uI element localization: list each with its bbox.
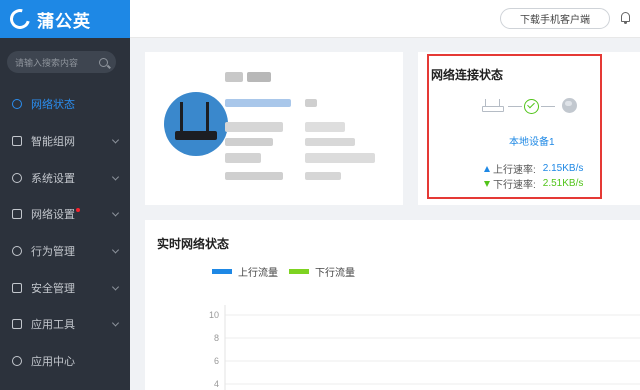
brand-header[interactable]: 蒲公英 [0, 0, 130, 38]
toolbox-icon [12, 319, 22, 330]
router-icon [482, 98, 504, 112]
router-body [175, 131, 217, 140]
gear-icon [12, 172, 22, 183]
traffic-chart: 10 8 6 4 [209, 305, 640, 390]
legend-label: 下行流量 [315, 268, 355, 279]
upload-rate-label: 上行速率: [493, 165, 536, 176]
redacted-text [225, 99, 291, 107]
upload-rate: 上行速率: 2.15KB/s [484, 161, 583, 176]
chevron-down-icon [111, 283, 120, 291]
y-tick-label: 10 [209, 310, 219, 320]
redacted-text [225, 172, 283, 180]
sidebar-item-network-settings[interactable]: 网络设置 [0, 196, 130, 233]
y-tick-label: 8 [214, 333, 219, 343]
search-icon[interactable] [99, 57, 108, 67]
sidebar-item-app-center[interactable]: 应用中心 [0, 343, 130, 380]
redacted-text [305, 99, 317, 107]
local-device-link[interactable]: 本地设备1 [509, 133, 555, 148]
connection-line [508, 106, 522, 107]
globe-icon [562, 98, 577, 113]
sidebar-item-label: 应用中心 [31, 356, 75, 369]
search-placeholder: 请输入搜索内容 [15, 57, 79, 68]
download-rate: 下行速率: 2.51KB/s [484, 176, 583, 191]
top-header: 下载手机客户端 [130, 0, 640, 38]
redacted-text [225, 122, 283, 132]
sidebar-item-label: 网络状态 [31, 99, 75, 112]
legend-label: 上行流量 [238, 268, 278, 279]
redacted-text [247, 72, 271, 82]
notification-dot [76, 208, 80, 213]
arrow-up-icon [484, 165, 490, 172]
device-info-card [145, 52, 403, 205]
behavior-icon [12, 246, 22, 257]
legend-item-download[interactable]: 下行流量 [289, 264, 355, 279]
connected-check-icon [524, 99, 539, 114]
download-rate-value: 2.51KB/s [542, 178, 584, 189]
redacted-text [305, 172, 341, 180]
redacted-text [225, 72, 243, 82]
bell-icon[interactable] [621, 12, 630, 24]
network-settings-icon [12, 209, 22, 220]
sidebar-item-label: 应用工具 [31, 319, 75, 332]
arrow-down-icon [484, 180, 490, 187]
chevron-down-icon [111, 209, 120, 217]
redacted-text [305, 153, 375, 163]
router-antenna [180, 102, 183, 132]
download-rate-label: 下行速率: [493, 180, 536, 191]
brand-logo-icon [6, 5, 34, 33]
sidebar-item-label: 安全管理 [31, 282, 75, 295]
chevron-down-icon [111, 246, 120, 254]
redacted-text [305, 138, 355, 146]
network-status-icon [12, 99, 22, 110]
sidebar-item-security-management[interactable]: 安全管理 [0, 269, 130, 306]
sidebar-item-label: 系统设置 [31, 172, 75, 185]
y-tick-label: 6 [214, 356, 219, 366]
app-center-icon [12, 356, 22, 367]
router-image [164, 92, 228, 156]
legend-swatch [289, 269, 309, 274]
realtime-status-title: 实时网络状态 [157, 237, 230, 251]
connection-line [541, 106, 555, 107]
shield-icon [12, 282, 22, 293]
legend-item-upload[interactable]: 上行流量 [212, 264, 278, 279]
networking-icon [12, 136, 22, 147]
sidebar-nav: 网络状态 智能组网 系统设置 网络设置 行为管理 安全管理 应用工具 应用中心 [0, 86, 130, 380]
sidebar-item-network-status[interactable]: 网络状态 [0, 86, 130, 123]
sidebar-item-system-settings[interactable]: 系统设置 [0, 159, 130, 196]
y-tick-label: 4 [214, 379, 219, 389]
network-status-title: 网络连接状态 [431, 68, 504, 82]
brand-name: 蒲公英 [37, 11, 91, 31]
redacted-text [225, 153, 261, 163]
sidebar-item-label: 网络设置 [31, 209, 75, 222]
sidebar-item-label: 行为管理 [31, 246, 75, 259]
redacted-text [225, 138, 273, 146]
sidebar-item-app-tools[interactable]: 应用工具 [0, 306, 130, 343]
sidebar-item-label: 智能组网 [31, 136, 75, 149]
chevron-down-icon [111, 136, 120, 144]
upload-rate-value: 2.15KB/s [542, 163, 584, 174]
router-antenna [206, 102, 209, 132]
sidebar-item-behavior-management[interactable]: 行为管理 [0, 233, 130, 270]
download-app-button[interactable]: 下载手机客户端 [500, 8, 610, 29]
sidebar-item-smart-networking[interactable]: 智能组网 [0, 123, 130, 160]
sidebar-search-input[interactable]: 请输入搜索内容 [7, 51, 116, 73]
chevron-down-icon [111, 173, 120, 181]
redacted-text [305, 122, 345, 132]
legend-swatch [212, 269, 232, 274]
chevron-down-icon [111, 319, 120, 328]
